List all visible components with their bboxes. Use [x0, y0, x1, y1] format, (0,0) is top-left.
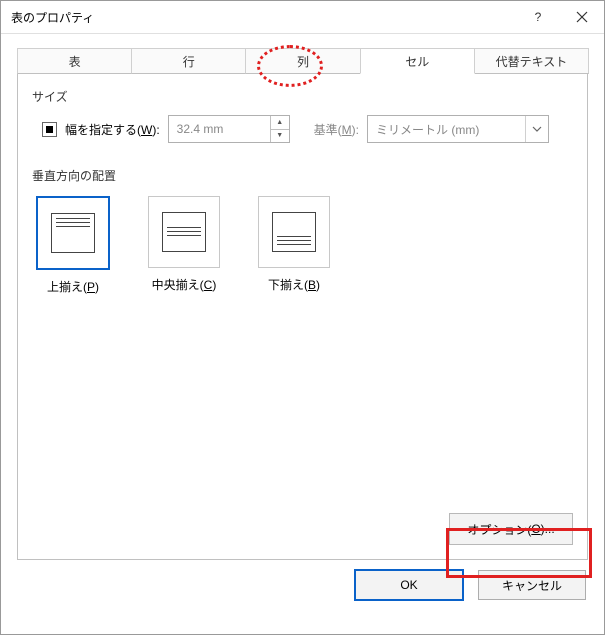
tab-table[interactable]: 表 — [17, 48, 132, 74]
tab-label: 行 — [183, 53, 195, 70]
tab-row[interactable]: 行 — [131, 48, 246, 74]
tab-panel-cell: サイズ 幅を指定する(W): 32.4 mm ▲ ▼ 基準(M): ミリメートル… — [17, 74, 588, 560]
tab-label: セル — [405, 53, 429, 70]
valign-center-icon — [162, 212, 206, 252]
ok-label: OK — [400, 578, 417, 592]
window-title: 表のプロパティ — [11, 9, 516, 26]
close-icon — [576, 11, 588, 23]
title-bar: 表のプロパティ ? — [1, 1, 604, 34]
options-button[interactable]: オプション(O)... — [449, 513, 573, 545]
valign-box — [36, 196, 110, 270]
unit-combo[interactable]: ミリメートル (mm) — [367, 115, 549, 143]
valign-box — [258, 196, 330, 268]
tab-strip: 表 行 列 セル 代替テキスト — [17, 48, 588, 74]
unit-value: ミリメートル (mm) — [368, 116, 525, 142]
valign-caption: 中央揃え(C) — [152, 276, 217, 293]
valign-caption: 上揃え(P) — [47, 278, 99, 295]
size-section-label: サイズ — [32, 88, 573, 105]
cancel-label: キャンセル — [502, 577, 562, 594]
chevron-down-icon — [532, 126, 542, 132]
spinner-arrows: ▲ ▼ — [270, 116, 289, 142]
valign-bottom-icon — [272, 212, 316, 252]
tab-label: 表 — [69, 53, 81, 70]
combo-arrow — [525, 116, 548, 142]
valign-top-icon — [51, 213, 95, 253]
spinner-up-icon[interactable]: ▲ — [271, 116, 289, 129]
width-row: 幅を指定する(W): 32.4 mm ▲ ▼ 基準(M): ミリメートル (mm… — [42, 115, 573, 143]
valign-option-bottom[interactable]: 下揃え(B) — [258, 196, 330, 295]
tab-cell[interactable]: セル — [360, 48, 475, 74]
checkbox-filled-icon — [46, 126, 53, 133]
tab-label: 列 — [297, 53, 309, 70]
width-checkbox-label: 幅を指定する(W): — [65, 121, 160, 138]
tab-column[interactable]: 列 — [245, 48, 360, 74]
close-button[interactable] — [560, 1, 604, 33]
valign-option-center[interactable]: 中央揃え(C) — [148, 196, 220, 295]
valign-section-label: 垂直方向の配置 — [32, 167, 573, 184]
width-checkbox[interactable] — [42, 122, 57, 137]
valign-caption: 下揃え(B) — [268, 276, 320, 293]
help-button[interactable]: ? — [516, 1, 560, 33]
width-value: 32.4 mm — [169, 116, 270, 142]
ok-button[interactable]: OK — [354, 569, 464, 601]
valign-box — [148, 196, 220, 268]
tab-alt-text[interactable]: 代替テキスト — [474, 48, 589, 74]
valign-option-top[interactable]: 上揃え(P) — [36, 196, 110, 295]
cancel-button[interactable]: キャンセル — [478, 570, 586, 600]
dialog-window: 表のプロパティ ? 表 行 列 セル 代替テキスト サイズ 幅を指定する(W):… — [0, 0, 605, 635]
valign-options: 上揃え(P) 中央揃え(C) — [36, 196, 573, 295]
width-spinner[interactable]: 32.4 mm ▲ ▼ — [168, 115, 290, 143]
unit-label: 基準(M): — [314, 121, 359, 138]
dialog-footer: OK キャンセル — [1, 560, 604, 610]
tab-label: 代替テキスト — [496, 53, 568, 70]
spinner-down-icon[interactable]: ▼ — [271, 129, 289, 143]
